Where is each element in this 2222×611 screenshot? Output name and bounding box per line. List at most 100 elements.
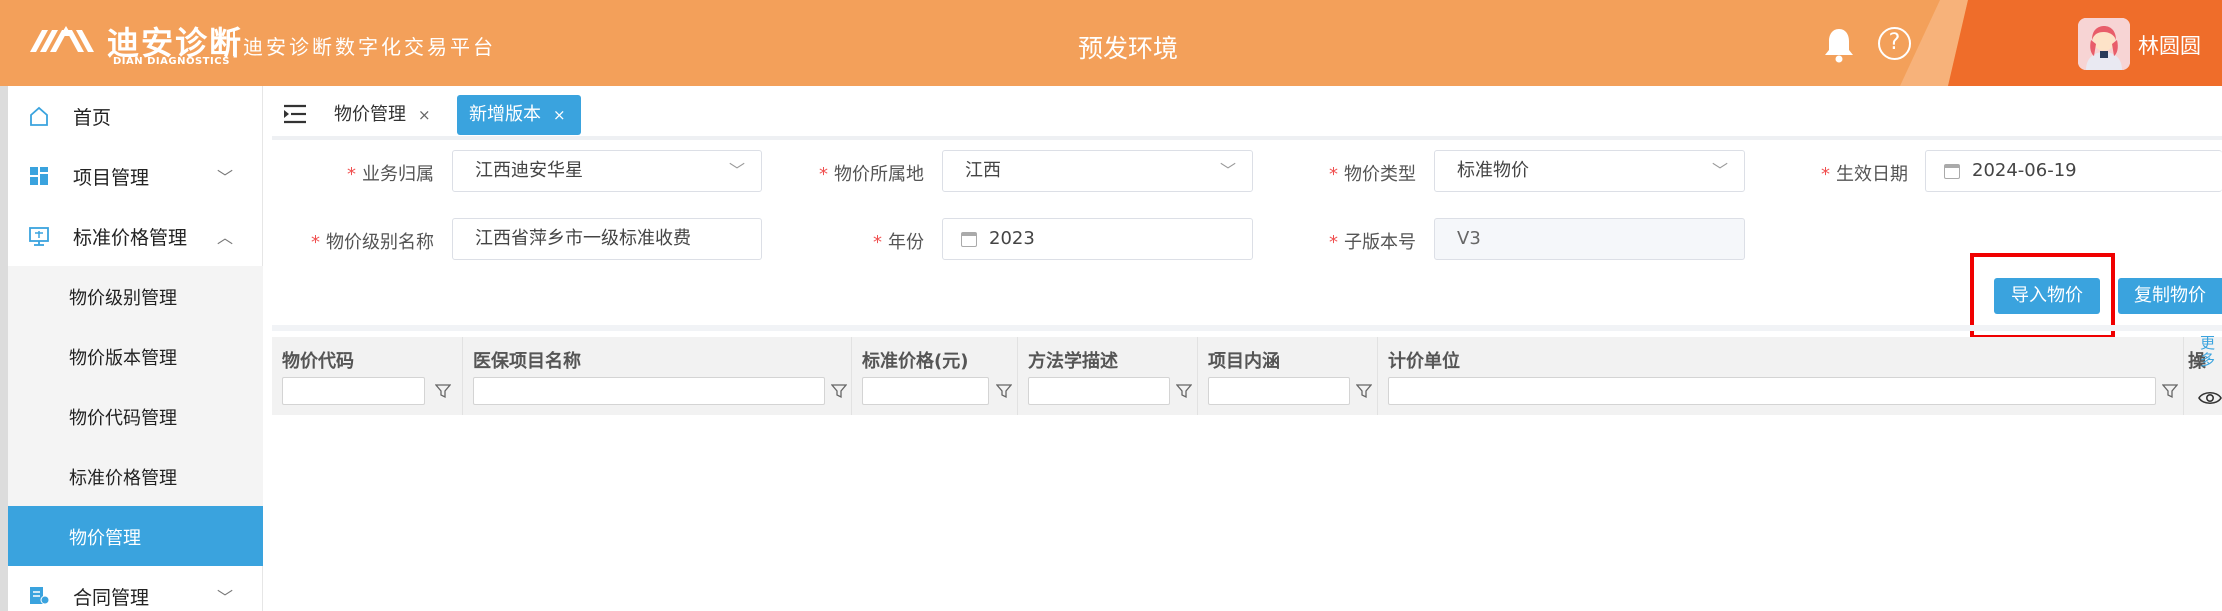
sidebar-item-contract[interactable]: 合同管理 ﹀ <box>8 566 263 611</box>
menu-toggle-icon[interactable] <box>282 102 308 126</box>
sidebar-subitem-label: 标准价格管理 <box>69 468 177 489</box>
tab-bar: 物价管理 × 新增版本 × <box>272 88 2222 140</box>
label-text: 物价级别名称 <box>326 232 434 253</box>
avatar[interactable] <box>2078 18 2130 70</box>
price-type-label: * 物价类型 <box>1282 160 1416 186</box>
table-header: 物价代码 医保项目名称 标准价格(元) 方法学描述 项目内涵 计价单位 操 <box>272 337 2222 415</box>
column-title: 物价代码 <box>282 351 354 372</box>
calendar-icon <box>1944 164 1960 179</box>
filter-icon[interactable] <box>996 383 1012 399</box>
date-value: 2024-06-19 <box>1972 160 2077 181</box>
column-title: 方法学描述 <box>1028 351 1118 372</box>
environment-title: 预发环境 <box>1078 34 1179 63</box>
label-text: 业务归属 <box>362 164 434 185</box>
column-title: 医保项目名称 <box>473 351 581 372</box>
column-title: 标准价格(元) <box>862 351 969 372</box>
column-title: 计价单位 <box>1388 351 1460 372</box>
column-pricing-unit: 计价单位 <box>1378 337 2184 415</box>
sidebar-item-label: 合同管理 <box>73 587 150 609</box>
tab-label: 物价管理 <box>334 104 406 125</box>
business-owner-select[interactable]: 江西迪安华星 ﹀ <box>452 150 762 192</box>
sidebar-item-label: 项目管理 <box>73 167 150 189</box>
price-level-name-input[interactable]: 江西省萍乡市一级标准收费 <box>452 218 762 260</box>
tab-price-management[interactable]: 物价管理 × <box>334 95 454 135</box>
sidebar-subitem-label: 物价管理 <box>69 528 141 549</box>
required-mark: * <box>1329 232 1338 253</box>
close-icon[interactable]: × <box>418 106 431 124</box>
sidebar-subitem-price-version[interactable]: 物价版本管理 <box>8 326 263 386</box>
required-mark: * <box>347 164 356 185</box>
filter-input[interactable] <box>282 377 425 405</box>
sub-version-label: * 子版本号 <box>1282 228 1416 254</box>
filter-input[interactable] <box>1208 377 1350 405</box>
effective-date-picker[interactable]: 2024-06-19 <box>1925 150 2222 192</box>
contract-icon <box>30 587 50 605</box>
required-mark: * <box>1821 164 1830 185</box>
filter-input[interactable] <box>1028 377 1170 405</box>
sidebar-item-project-management[interactable]: 项目管理 ﹀ <box>8 146 263 206</box>
grid-icon <box>30 167 48 185</box>
column-price-code: 物价代码 <box>272 337 463 415</box>
sidebar-item-label: 首页 <box>73 107 112 129</box>
sidebar-subitem-price-code[interactable]: 物价代码管理 <box>8 386 263 446</box>
chevron-down-icon: ﹀ <box>1711 161 1728 180</box>
label-text: 物价所属地 <box>834 164 924 185</box>
year-label: * 年份 <box>790 228 924 254</box>
monitor-icon <box>29 227 49 246</box>
sidebar-item-label: 标准价格管理 <box>73 227 188 249</box>
filter-icon[interactable] <box>2162 383 2178 399</box>
user-name[interactable]: 林圆圆 <box>2138 30 2201 60</box>
calendar-icon <box>961 232 977 247</box>
required-mark: * <box>819 164 828 185</box>
column-standard-price: 标准价格(元) <box>852 337 1018 415</box>
logo-divider <box>233 30 235 56</box>
top-header: 迪安诊断 DIAN DIAGNOSTICS 迪安诊断数字化交易平台 预发环境 ?… <box>0 0 2222 86</box>
price-type-select[interactable]: 标准物价 ﹀ <box>1434 150 1745 192</box>
app-window: 迪安诊断 DIAN DIAGNOSTICS 迪安诊断数字化交易平台 预发环境 ?… <box>0 0 2222 611</box>
bell-icon[interactable] <box>1823 27 1855 63</box>
filter-icon[interactable] <box>1356 383 1372 399</box>
price-region-label: * 物价所属地 <box>790 160 924 186</box>
column-methodology: 方法学描述 <box>1018 337 1198 415</box>
help-icon[interactable]: ? <box>1878 27 1911 60</box>
platform-name: 迪安诊断数字化交易平台 <box>243 35 496 59</box>
price-region-select[interactable]: 江西 ﹀ <box>942 150 1253 192</box>
chevron-down-icon: ﹀ <box>1219 161 1236 180</box>
year-value: 2023 <box>989 228 1035 249</box>
label-text: 子版本号 <box>1344 232 1416 253</box>
more-columns-button[interactable]: 更多 <box>2200 335 2220 369</box>
chevron-up-icon: ︿ <box>216 228 233 247</box>
eye-icon[interactable] <box>2198 390 2222 406</box>
filter-input[interactable] <box>862 377 989 405</box>
input-value: V3 <box>1457 228 1481 249</box>
filter-input[interactable] <box>1388 377 2156 405</box>
sidebar-subitem-standard-price[interactable]: 标准价格管理 <box>8 446 263 506</box>
sidebar-subitem-label: 物价级别管理 <box>69 288 177 309</box>
sidebar: 首页 项目管理 ﹀ 标准价格管理 ︿ 物价级别管理 物价版本管理 物价代码管理 … <box>0 86 263 611</box>
sidebar-subitem-price-level[interactable]: 物价级别管理 <box>8 266 263 326</box>
year-picker[interactable]: 2023 <box>942 218 1253 260</box>
chevron-down-icon: ﹀ <box>216 168 233 187</box>
chevron-down-icon: ﹀ <box>216 588 233 607</box>
sidebar-subitem-price-management[interactable]: 物价管理 <box>8 506 263 566</box>
required-mark: * <box>1329 164 1338 185</box>
column-insurance-item-name: 医保项目名称 <box>463 337 852 415</box>
business-owner-label: * 业务归属 <box>300 160 434 186</box>
home-icon <box>30 106 48 126</box>
sidebar-subitem-label: 物价版本管理 <box>69 348 177 369</box>
effective-date-label: * 生效日期 <box>1774 160 1908 186</box>
sidebar-edge <box>0 86 8 611</box>
close-icon[interactable]: × <box>553 106 566 124</box>
filter-icon[interactable] <box>831 383 847 399</box>
select-value: 江西 <box>965 160 1001 181</box>
tab-new-version[interactable]: 新增版本 × <box>457 95 581 135</box>
label-text: 年份 <box>888 232 924 253</box>
sidebar-item-standard-price[interactable]: 标准价格管理 ︿ <box>8 206 263 266</box>
logo-subtext: DIAN DIAGNOSTICS <box>113 56 230 67</box>
filter-icon[interactable] <box>435 383 451 399</box>
filter-icon[interactable] <box>1176 383 1192 399</box>
filter-input[interactable] <box>473 377 825 405</box>
sidebar-item-home[interactable]: 首页 <box>8 86 263 146</box>
select-value: 标准物价 <box>1457 160 1529 181</box>
copy-price-button[interactable]: 复制物价 <box>2118 278 2222 314</box>
